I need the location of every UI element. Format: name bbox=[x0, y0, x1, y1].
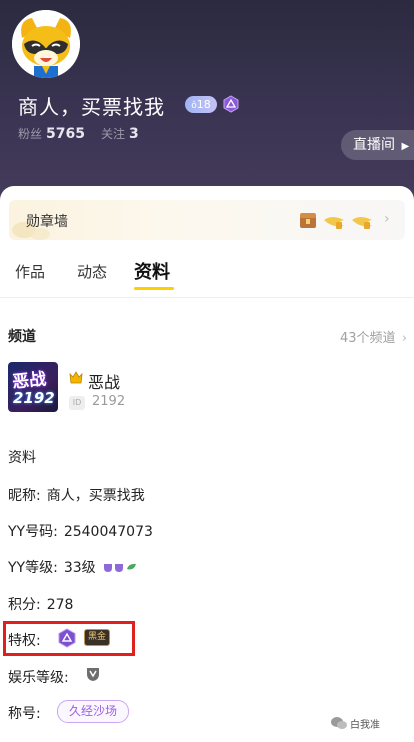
purple-hexagon-badge-icon bbox=[223, 95, 239, 113]
chevron-right-icon[interactable]: › bbox=[384, 211, 390, 227]
nickname-value: 商人，买票找我 bbox=[46, 488, 145, 504]
channel-name[interactable]: 恶战 bbox=[88, 369, 120, 393]
medal-wing-icon-2[interactable] bbox=[350, 210, 374, 232]
info-row-yy-number: YY号码: 2540047073 bbox=[8, 521, 153, 541]
channel-count-link[interactable]: 43个频道 › bbox=[340, 327, 407, 346]
ent-level-label: 娱乐等级: bbox=[8, 670, 69, 686]
fans-label: 粉丝 bbox=[18, 127, 43, 141]
yy-number-value: 2540047073 bbox=[63, 524, 153, 540]
info-row-nickname: 昵称: 商人，买票找我 bbox=[8, 485, 145, 505]
info-row-yy-level: YY等级: 33级 bbox=[8, 557, 137, 577]
points-label: 积分: bbox=[8, 597, 41, 613]
yy-number-label: YY号码: bbox=[8, 524, 58, 540]
raccoon-avatar-icon bbox=[12, 10, 80, 78]
channel-id: 2192 bbox=[92, 394, 126, 409]
channel-thumbnail[interactable]: 恶战 2192 bbox=[8, 362, 58, 412]
active-tab-indicator bbox=[134, 287, 174, 290]
watermark-text: 白我准 bbox=[350, 720, 380, 731]
fans-count[interactable]: 5765 bbox=[46, 126, 85, 142]
profile-tabs: 作品 动态 资料 bbox=[0, 256, 414, 296]
profile-stats: 粉丝 5765 关注 3 bbox=[18, 125, 155, 142]
profile-nickname: 商人，买票找我 bbox=[18, 95, 165, 119]
yy-level-label: YY等级: bbox=[8, 560, 58, 576]
privilege-highlight-box bbox=[3, 621, 135, 656]
avatar[interactable] bbox=[12, 10, 80, 78]
play-arrow-icon: ▶ bbox=[401, 141, 410, 152]
tab-profile[interactable]: 资料 bbox=[134, 258, 170, 284]
channel-section-title: 频道 bbox=[8, 329, 36, 345]
level-shield-icons bbox=[104, 563, 137, 572]
follow-label: 关注 bbox=[100, 127, 125, 141]
title-chip[interactable]: 久经沙场 bbox=[57, 700, 129, 723]
chevron-right-icon: › bbox=[401, 331, 407, 346]
info-row-title: 称号: bbox=[8, 703, 41, 723]
channel-thumb-number: 2192 bbox=[13, 389, 55, 407]
ent-level-icon[interactable] bbox=[84, 665, 102, 683]
crown-icon bbox=[69, 371, 83, 384]
points-value: 278 bbox=[46, 597, 74, 613]
wechat-logo-icon bbox=[331, 717, 347, 729]
level-badge-value: 18 bbox=[196, 98, 211, 111]
user-level-badge: ô18 bbox=[185, 96, 217, 113]
tab-works[interactable]: 作品 bbox=[15, 261, 45, 282]
medal-icons bbox=[298, 210, 374, 232]
yy-level-value: 33级 bbox=[63, 560, 96, 576]
channel-count-text: 43个频道 bbox=[340, 331, 396, 346]
tab-activity[interactable]: 动态 bbox=[77, 261, 107, 282]
medal-wall-label: 勋章墙 bbox=[26, 214, 68, 230]
info-row-ent-level: 娱乐等级: bbox=[8, 667, 69, 687]
medal-wing-icon[interactable] bbox=[322, 210, 346, 232]
title-label: 称号: bbox=[8, 706, 41, 722]
follow-count[interactable]: 3 bbox=[129, 126, 139, 142]
nickname-label: 昵称: bbox=[8, 488, 41, 504]
info-row-points: 积分: 278 bbox=[8, 594, 73, 614]
channel-id-tag: ID bbox=[69, 396, 85, 410]
medal-chest-icon[interactable] bbox=[298, 210, 318, 230]
live-room-label: 直播间 bbox=[353, 137, 395, 153]
tabs-divider bbox=[0, 297, 414, 298]
live-room-button[interactable]: 直播间 ▶ bbox=[341, 130, 414, 160]
info-section-title: 资料 bbox=[8, 450, 36, 466]
